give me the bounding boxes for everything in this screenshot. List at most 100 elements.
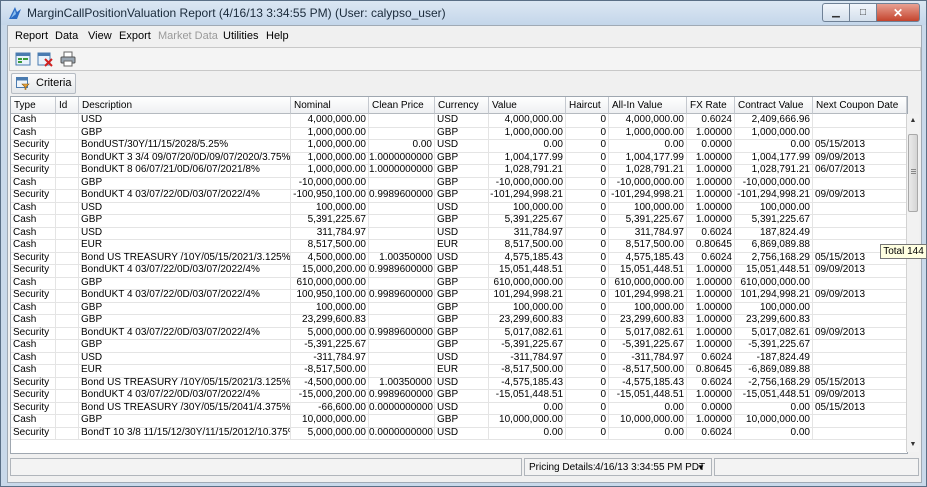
table-row[interactable]: Security BondUKT 4 03/07/22/0D/03/07/2022… xyxy=(11,264,907,278)
table-row[interactable]: Security BondUST/30Y/11/15/2028/5.25% 1,00… xyxy=(11,139,907,153)
vertical-scrollbar[interactable]: ▲ ▼ xyxy=(906,114,919,452)
column-header-contract-value[interactable]: Contract Value xyxy=(735,97,813,114)
table-row[interactable]: Cash GBP -5,391,225.67 GBP -5,391,225.67 0 -5,… xyxy=(11,339,907,353)
table-cell: 23,299,600.83 xyxy=(489,314,566,327)
criteria-button[interactable]: Criteria xyxy=(11,73,76,94)
table-cell: 5,017,082.61 xyxy=(489,326,566,339)
criteria-icon xyxy=(16,77,30,90)
table-cell xyxy=(56,251,79,264)
table-row[interactable]: Cash EUR -8,517,500.00 EUR -8,517,500.00 0 -8,… xyxy=(11,364,907,378)
scroll-down-arrow[interactable]: ▼ xyxy=(907,439,919,451)
menu-help[interactable]: Help xyxy=(266,30,289,42)
column-header-nominal[interactable]: Nominal xyxy=(291,97,369,114)
table-row[interactable]: Cash USD 311,784.97 USD 311,784.97 0 311,784.9… xyxy=(11,226,907,240)
table-cell: 8,517,500.00 xyxy=(489,239,566,252)
table-cell: USD xyxy=(435,251,489,264)
scroll-up-arrow[interactable]: ▲ xyxy=(907,115,919,127)
table-row[interactable]: Security BondUKT 4 03/07/22/0D/03/07/2022… xyxy=(11,326,907,340)
table-cell xyxy=(56,414,79,427)
table-cell: Cash xyxy=(11,126,56,139)
menu-export[interactable]: Export xyxy=(119,30,151,42)
column-header-next-coupon-date[interactable]: Next Coupon Date xyxy=(813,97,907,114)
table-row[interactable]: Security BondT 10 3/8 11/15/12/30Y/11/15/… xyxy=(11,426,907,440)
table-row[interactable]: Cash USD 4,000,000.00 USD 4,000,000.00 0 4,000… xyxy=(11,114,907,128)
table-cell: GBP xyxy=(435,276,489,289)
menu-view[interactable]: View xyxy=(88,30,112,42)
table-cell: 1,000,000.00 xyxy=(291,151,369,164)
table-cell xyxy=(369,314,435,327)
table-row[interactable]: Cash GBP 610,000,000.00 GBP 610,000,000.00 0 6… xyxy=(11,276,907,290)
table-cell: 0.6024 xyxy=(687,351,735,364)
table-cell: Cash xyxy=(11,114,56,127)
menu-data[interactable]: Data xyxy=(55,30,78,42)
column-header-id[interactable]: Id xyxy=(56,97,79,114)
table-row[interactable]: Cash USD 100,000.00 USD 100,000.00 0 100,000.0… xyxy=(11,201,907,215)
column-header-currency[interactable]: Currency xyxy=(435,97,489,114)
table-row[interactable]: Cash GBP 10,000,000.00 GBP 10,000,000.00 0 10,… xyxy=(11,414,907,428)
scroll-thumb[interactable] xyxy=(908,134,918,212)
table-cell: GBP xyxy=(79,126,291,139)
table-cell: EUR xyxy=(435,364,489,377)
table-row[interactable]: Cash GBP 1,000,000.00 GBP 1,000,000.00 0 1,000… xyxy=(11,126,907,140)
table-row[interactable]: Cash GBP 5,391,225.67 GBP 5,391,225.67 0 5,391… xyxy=(11,214,907,228)
table-cell: -4,575,185.43 xyxy=(609,376,687,389)
table-cell: Security xyxy=(11,401,56,414)
table-row[interactable]: Cash GBP 23,299,600.83 GBP 23,299,600.83 0 23,… xyxy=(11,314,907,328)
pricing-details-label: Pricing Details: xyxy=(529,462,596,473)
table-cell xyxy=(56,289,79,302)
total-tooltip: Total 144 xyxy=(880,244,927,259)
table-row[interactable]: Cash GBP 100,000.00 GBP 100,000.00 0 100,000.0… xyxy=(11,301,907,315)
load-report-icon[interactable] xyxy=(15,51,31,67)
table-cell xyxy=(369,351,435,364)
table-cell xyxy=(369,226,435,239)
column-header-description[interactable]: Description xyxy=(79,97,291,114)
table-cell: USD xyxy=(435,201,489,214)
table-row[interactable]: Security BondUKT 4 03/07/22/0D/03/07/2022… xyxy=(11,389,907,403)
column-header-type[interactable]: Type xyxy=(11,97,56,114)
table-cell: Cash xyxy=(11,226,56,239)
column-header-all-in-value[interactable]: All-In Value xyxy=(609,97,687,114)
table-cell: 2,756,168.29 xyxy=(735,251,813,264)
table-cell: 4,000,000.00 xyxy=(609,114,687,127)
table-cell: 0 xyxy=(566,176,609,189)
table-row[interactable]: Cash GBP -10,000,000.00 GBP -10,000,000.00 0-… xyxy=(11,176,907,190)
table-cell: -66,600.00 xyxy=(291,401,369,414)
table-cell: 0.6024 xyxy=(687,226,735,239)
table-row[interactable]: Security Bond US TREASURY /10Y/05/15/2021… xyxy=(11,251,907,265)
table-cell: 101,294,998.21 xyxy=(609,289,687,302)
delete-report-icon[interactable] xyxy=(37,51,53,67)
table-cell: -8,517,500.00 xyxy=(291,364,369,377)
title-bar[interactable]: MarginCallPositionValuation Report (4/16… xyxy=(1,1,926,25)
table-row[interactable]: Security Bond US TREASURY /10Y/05/15/2021… xyxy=(11,376,907,390)
column-header-haircut[interactable]: Haircut xyxy=(566,97,609,114)
table-cell: 311,784.97 xyxy=(489,226,566,239)
chevron-down-icon: ▼ xyxy=(697,463,705,472)
menu-utilities[interactable]: Utilities xyxy=(223,30,258,42)
pricing-details-dropdown[interactable]: Pricing Details: 4/16/13 3:34:55 PM PDT … xyxy=(524,458,712,476)
print-icon[interactable] xyxy=(60,51,76,67)
table-cell xyxy=(56,426,79,439)
table-row[interactable]: Cash EUR 8,517,500.00 EUR 8,517,500.00 0 8,517… xyxy=(11,239,907,253)
table-row[interactable]: Cash USD -311,784.97 USD -311,784.97 0 -311,78… xyxy=(11,351,907,365)
table-cell: 0.9989600000 xyxy=(369,264,435,277)
table-row[interactable]: Security BondUKT 4 03/07/22/0D/03/07/2022… xyxy=(11,189,907,203)
table-cell: GBP xyxy=(435,389,489,402)
maximize-button[interactable]: □ xyxy=(849,3,876,22)
minimize-button[interactable]: ▁ xyxy=(822,3,849,22)
table-cell: GBP xyxy=(79,314,291,327)
table-cell: Cash xyxy=(11,276,56,289)
column-header-value[interactable]: Value xyxy=(489,97,566,114)
menu-report[interactable]: Report xyxy=(15,30,48,42)
table-row[interactable]: Security Bond US TREASURY /30Y/05/15/2041… xyxy=(11,401,907,415)
table-cell: 0 xyxy=(566,364,609,377)
table-cell: -5,391,225.67 xyxy=(489,339,566,352)
table-row[interactable]: Security BondUKT 4 03/07/22/0D/03/07/2022… xyxy=(11,289,907,303)
table-cell xyxy=(56,376,79,389)
column-header-fx-rate[interactable]: FX Rate xyxy=(687,97,735,114)
close-button[interactable]: ✕ xyxy=(876,3,920,22)
table-row[interactable]: Security BondUKT 3 3/4 09/07/20/0D/09/07/… xyxy=(11,151,907,165)
table-row[interactable]: Security BondUKT 8 06/07/21/0D/06/07/2021… xyxy=(11,164,907,178)
table-cell: 0.00 xyxy=(609,426,687,439)
table-cell xyxy=(813,339,907,352)
column-header-clean-price[interactable]: Clean Price xyxy=(369,97,435,114)
